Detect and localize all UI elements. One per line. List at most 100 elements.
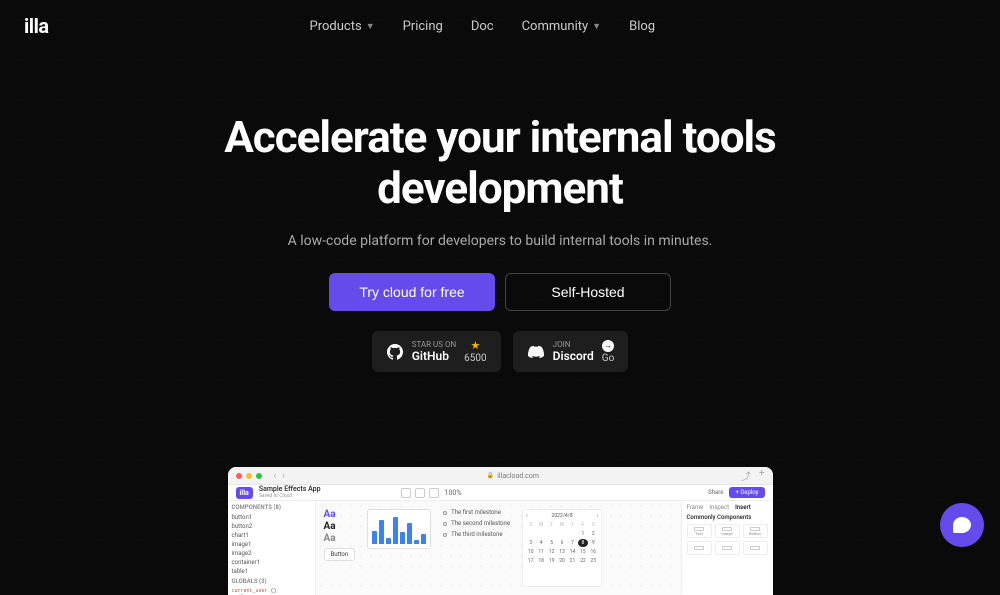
chart-bar — [421, 534, 426, 545]
share-link: Share — [708, 489, 723, 496]
chart-bar — [372, 531, 377, 545]
logo[interactable]: illa — [24, 14, 49, 38]
cal-prev-icon: ‹ — [526, 513, 528, 519]
list-item: chart1 — [232, 531, 311, 540]
main-header: illa Products ▼ Pricing Doc Community ▼ … — [0, 0, 1000, 52]
chat-icon — [953, 517, 971, 533]
plus-icon: + — [759, 468, 765, 483]
chart-bar — [407, 523, 412, 544]
discord-badge[interactable]: JOIN Discord → Go — [513, 331, 629, 372]
minimize-icon — [246, 473, 252, 479]
chevron-down-icon: ▼ — [366, 21, 375, 32]
nav-doc[interactable]: Doc — [471, 19, 494, 34]
discord-go: Go — [602, 353, 615, 364]
tool-icon — [401, 488, 411, 498]
milestones-block: The first milestone The second milestone… — [443, 509, 510, 587]
zoom-level: 100% — [445, 489, 462, 497]
tab-inspect: Inspect — [709, 504, 729, 511]
list-item: image1 — [232, 540, 311, 549]
list-item: button1 — [232, 513, 311, 522]
tool-icon — [415, 488, 425, 498]
canvas-area: Aa Aa Aa Button The first milestone — [316, 501, 681, 595]
hero-title: Accelerate your internal tools developme… — [0, 112, 1000, 213]
hero-title-line1: Accelerate your internal tools — [224, 111, 776, 163]
calendar-block: ‹ 2022/4/8 › SMTWTFS 12 3456789 10111213… — [522, 509, 602, 587]
chart-bar — [400, 532, 405, 544]
chart-bar — [386, 538, 391, 544]
chart-bar — [414, 540, 419, 545]
comp-card — [715, 541, 740, 555]
list-item: button2 — [232, 522, 311, 531]
chevron-down-icon: ▼ — [592, 21, 601, 32]
app-preview-window: ‹ › 🔒 illacloud.com ⤴ + illa Sample Effe… — [228, 467, 773, 595]
chart-bar — [393, 517, 398, 544]
chat-fab[interactable] — [940, 503, 984, 547]
close-icon — [236, 473, 242, 479]
list-item: table1 — [232, 567, 311, 576]
maximize-icon — [256, 473, 262, 479]
url-bar: 🔒 illacloud.com — [285, 472, 741, 480]
main-nav: Products ▼ Pricing Doc Community ▼ Blog — [310, 19, 656, 34]
milestone-item: The first milestone — [443, 509, 510, 516]
discord-icon — [527, 343, 545, 361]
share-icon: ⤴ — [741, 468, 751, 483]
nav-community-label: Community — [522, 19, 589, 34]
self-hosted-button[interactable]: Self-Hosted — [505, 273, 671, 311]
lock-icon: 🔒 — [487, 472, 494, 479]
left-panel: COMPONENTS (8) button1 button2 chart1 im… — [228, 501, 316, 595]
window-actions: ⤴ + — [741, 468, 765, 483]
typography-aa: Aa — [324, 509, 356, 520]
tab-frame: Frame — [687, 504, 704, 511]
badges-row: STAR US ON GitHub ★ 6500 JOIN Discord → … — [0, 331, 1000, 372]
components-header: COMPONENTS (8) — [232, 504, 311, 511]
github-sub: STAR US ON — [412, 340, 456, 350]
milestone-item: The third milestone — [443, 531, 510, 538]
comp-card — [743, 541, 768, 555]
chart-bar — [379, 520, 384, 544]
app-body: COMPONENTS (8) button1 button2 chart1 im… — [228, 501, 773, 595]
nav-pricing[interactable]: Pricing — [403, 19, 443, 34]
typography-aa: Aa — [324, 521, 356, 532]
github-count: 6500 — [464, 353, 486, 364]
comp-card: Image — [715, 524, 740, 538]
github-badge[interactable]: STAR US ON GitHub ★ 6500 — [372, 331, 501, 372]
github-main: GitHub — [412, 349, 449, 363]
chart-block — [367, 509, 431, 549]
tool-icons — [401, 488, 439, 498]
hero-title-line2: development — [377, 162, 623, 214]
discord-sub: JOIN — [553, 340, 571, 350]
nav-blog[interactable]: Blog — [629, 19, 655, 34]
typography-aa: Aa — [324, 533, 356, 544]
window-titlebar: ‹ › 🔒 illacloud.com ⤴ + — [228, 467, 773, 485]
globals-header: GLOBALS (3) — [232, 578, 311, 585]
app-logo: illa — [236, 487, 253, 499]
deploy-button: + Deploy — [729, 487, 764, 498]
discord-main: Discord — [553, 349, 594, 363]
nav-community[interactable]: Community ▼ — [522, 19, 602, 34]
tool-icon — [429, 488, 439, 498]
comp-card: Button — [743, 524, 768, 538]
traffic-lights — [236, 473, 262, 479]
button-demo: Button — [324, 548, 356, 561]
tab-insert: Insert — [735, 504, 751, 511]
cal-month: 2022/4/8 — [552, 513, 573, 519]
code-var: current_user — [232, 588, 268, 594]
comp-card — [687, 541, 712, 555]
try-cloud-button[interactable]: Try cloud for free — [329, 273, 495, 311]
star-icon: ★ — [470, 339, 480, 352]
cal-next-icon: › — [597, 513, 599, 519]
calendar-grid: SMTWTFS 12 3456789 10111213141516 171819… — [526, 521, 598, 565]
panel-tabs: Frame Inspect Insert — [687, 504, 768, 511]
nav-products[interactable]: Products ▼ — [310, 19, 375, 34]
app-subtitle: Saved to Cloud — [259, 494, 321, 500]
list-item: image2 — [232, 549, 311, 558]
nav-products-label: Products — [310, 19, 362, 34]
hero-subtitle: A low-code platform for developers to bu… — [0, 233, 1000, 249]
typography-block: Aa Aa Aa Button — [324, 509, 356, 587]
code-area: current_user {} mail "agnesmmail@illasof… — [232, 588, 311, 595]
github-icon — [386, 343, 404, 361]
milestone-item: The second milestone — [443, 520, 510, 527]
arrow-icon: → — [602, 340, 614, 352]
cta-row: Try cloud for free Self-Hosted — [0, 273, 1000, 311]
section-title: Commonly Components — [687, 514, 768, 521]
